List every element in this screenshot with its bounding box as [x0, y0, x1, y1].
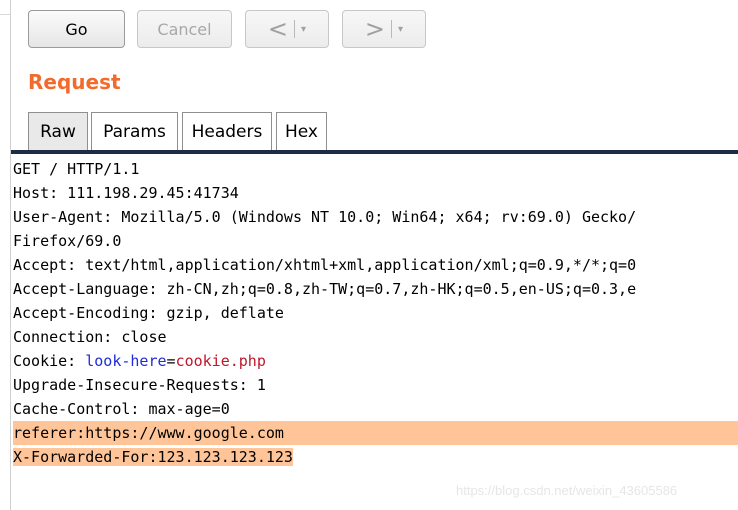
cookie-equals: = [166, 352, 176, 370]
chevron-down-icon[interactable]: ▾ [398, 24, 403, 35]
request-title: Request [28, 70, 121, 94]
header-line: Connection: close [13, 328, 167, 346]
cancel-button[interactable]: Cancel [137, 10, 232, 48]
header-line: Accept-Language: zh-CN,zh;q=0.8,zh-TW;q=… [13, 280, 637, 298]
back-button[interactable]: < ▾ [245, 10, 329, 48]
highlighted-header-line: referer:https://www.google.com [13, 421, 738, 445]
go-button[interactable]: Go [28, 10, 125, 48]
button-separator [294, 20, 296, 38]
tab-divider [11, 150, 738, 154]
header-line: Accept-Encoding: gzip, deflate [13, 304, 284, 322]
chevron-left-icon: < [267, 15, 289, 43]
request-editor[interactable]: GET / HTTP/1.1 Host: 111.198.29.45:41734… [13, 157, 738, 469]
cookie-name: look-here [85, 352, 167, 370]
forward-button[interactable]: > ▾ [342, 10, 426, 48]
header-line: Firefox/69.0 [13, 232, 122, 250]
highlighted-text: X-Forwarded-For:123.123.123.123 [13, 448, 293, 466]
tab-params[interactable]: Params [91, 112, 178, 150]
tab-headers[interactable]: Headers [182, 112, 272, 150]
watermark-text: https://blog.csdn.net/weixin_43605586 [456, 483, 678, 498]
header-line: User-Agent: Mozilla/5.0 (Windows NT 10.0… [13, 208, 637, 226]
top-edge-line [0, 14, 10, 15]
tab-raw[interactable]: Raw [28, 112, 88, 150]
tab-hex[interactable]: Hex [276, 112, 327, 150]
cookie-value: cookie.php [175, 352, 266, 370]
header-line: Cache-Control: max-age=0 [13, 400, 230, 418]
chevron-right-icon: > [364, 15, 386, 43]
header-line: Upgrade-Insecure-Requests: 1 [13, 376, 266, 394]
header-line: Host: 111.198.29.45:41734 [13, 184, 239, 202]
left-edge-line [10, 0, 11, 510]
highlighted-header-line: X-Forwarded-For:123.123.123.123 [13, 445, 738, 469]
header-line: Accept: text/html,application/xhtml+xml,… [13, 256, 637, 274]
cookie-line: Cookie: look-here=cookie.php [13, 349, 738, 373]
cookie-prefix: Cookie: [13, 352, 86, 370]
button-separator [391, 20, 393, 38]
chevron-down-icon[interactable]: ▾ [301, 24, 306, 35]
request-line: GET / HTTP/1.1 [13, 160, 140, 178]
